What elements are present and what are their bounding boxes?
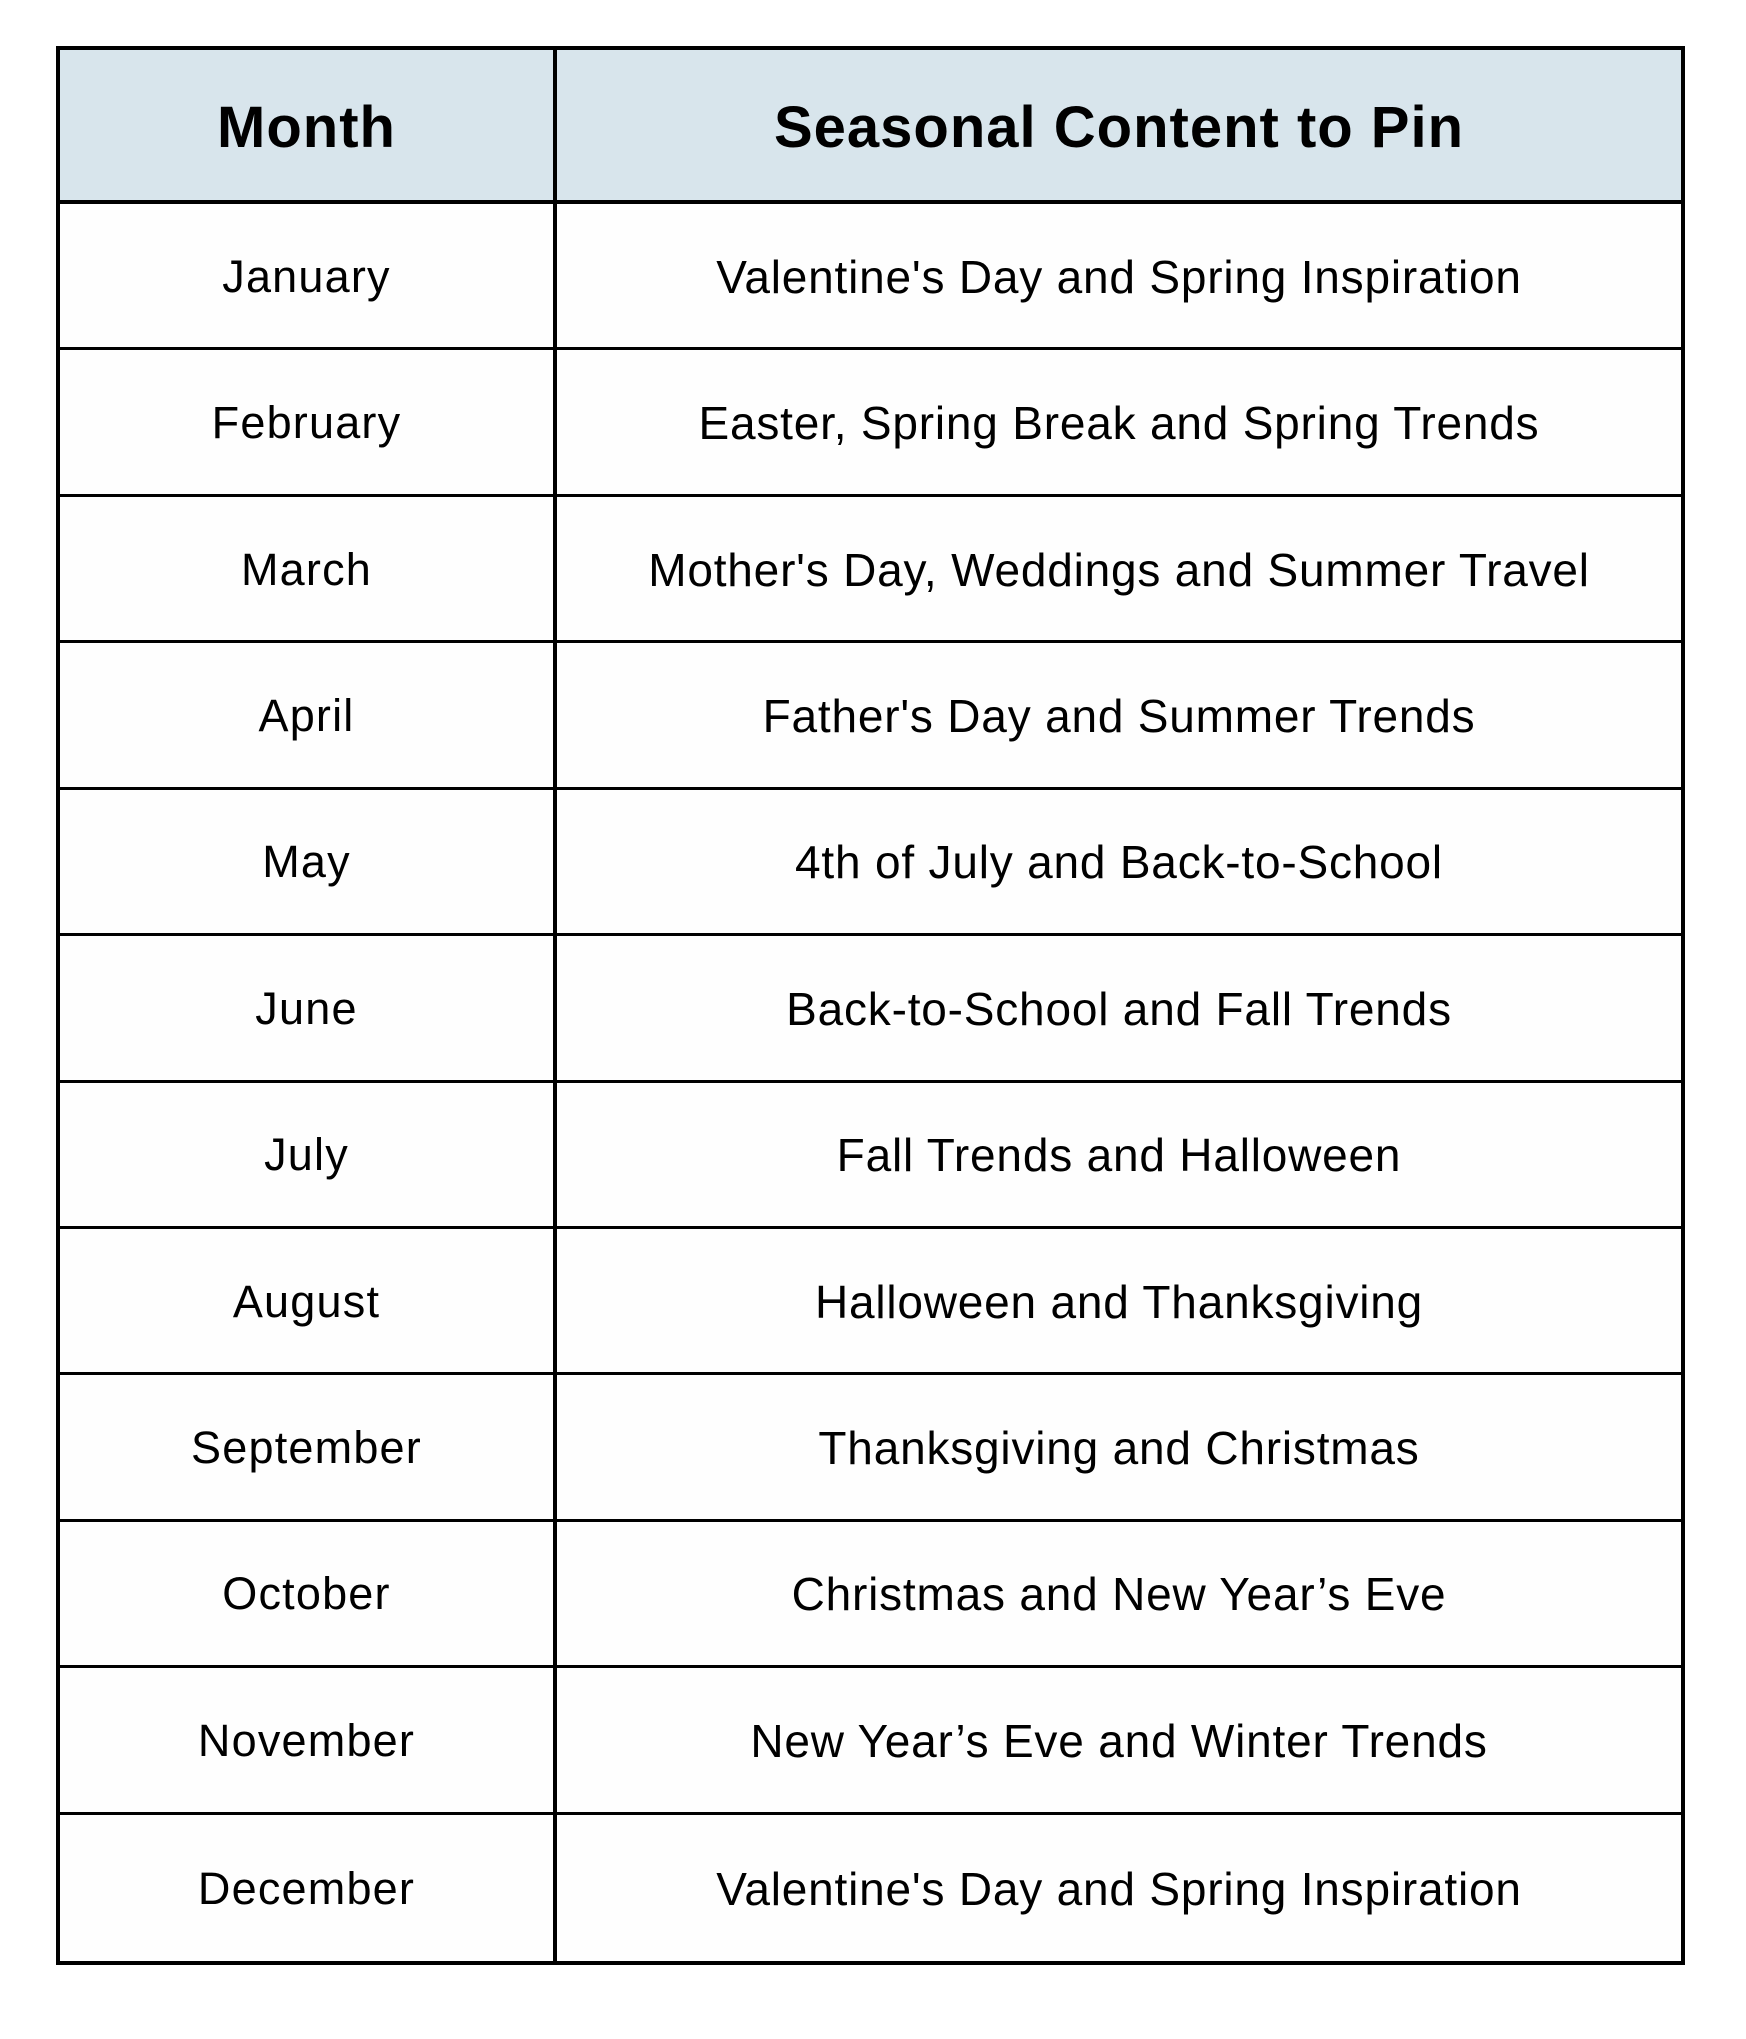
content-cell: Father's Day and Summer Trends: [557, 643, 1681, 790]
month-cell: May: [60, 789, 557, 937]
content-cell: New Year’s Eve and Winter Trends: [557, 1668, 1681, 1815]
month-cell: October: [60, 1521, 557, 1669]
header-month: Month: [60, 50, 557, 204]
month-cell: September: [60, 1375, 557, 1522]
content-cell: Valentine's Day and Spring Inspiration: [716, 1862, 1522, 1915]
content-cell: Thanksgiving and Christmas: [557, 1375, 1681, 1522]
month-cell: April: [60, 643, 557, 790]
content-cell: Valentine's Day and Spring Inspiration: [557, 204, 1681, 351]
month-cell: December: [60, 1814, 557, 1961]
seasonal-content-table: Month Seasonal Content to Pin January Va…: [56, 46, 1685, 1965]
month-cell: February: [60, 350, 557, 497]
content-cell: Halloween and Thanksgiving: [557, 1229, 1681, 1376]
month-cell: November: [60, 1668, 557, 1815]
content-cell: Easter, Spring Break and Spring Trends: [557, 350, 1681, 497]
content-cell: Mother's Day, Weddings and Summer Travel: [557, 497, 1681, 644]
month-cell: June: [60, 936, 557, 1083]
month-cell: July: [60, 1082, 557, 1229]
content-cell: 4th of July and Back-to-School: [557, 790, 1681, 937]
header-seasonal-content: Seasonal Content to Pin: [557, 50, 1681, 204]
month-cell: March: [60, 496, 557, 644]
month-cell: August: [60, 1228, 557, 1376]
month-cell: January: [60, 204, 557, 351]
content-cell: Fall Trends and Halloween: [557, 1083, 1681, 1229]
content-cell: Christmas and New Year’s Eve: [557, 1522, 1681, 1669]
content-cell: Back-to-School and Fall Trends: [557, 936, 1681, 1083]
